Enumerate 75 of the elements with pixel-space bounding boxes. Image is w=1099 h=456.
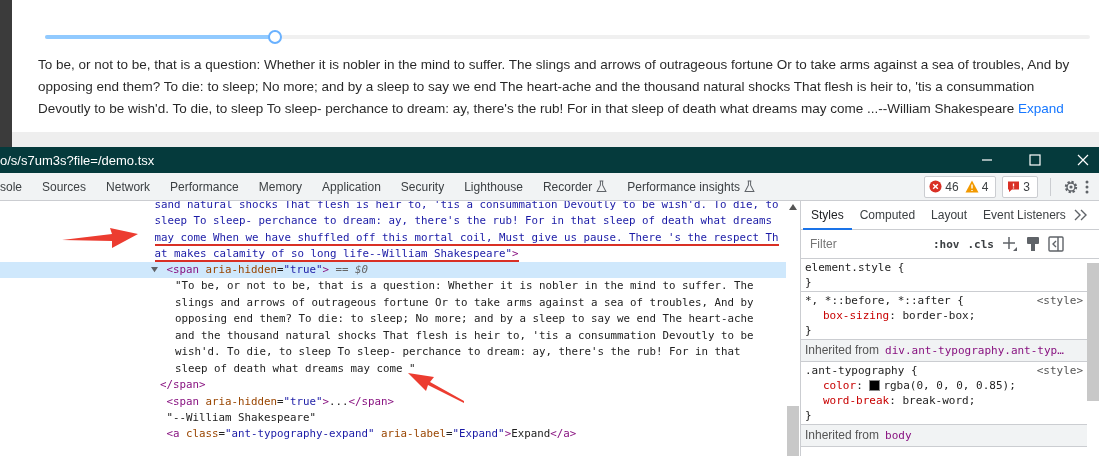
- code-line: at makes calamity of so long life--William Shakespeare">: [154, 245, 519, 263]
- code-line: may come When we have shuffled off this mortal coil, Must give us pause. There 's the respect Th: [154, 229, 779, 246]
- devtools-tab[interactable]: Network: [96, 179, 161, 194]
- css-value: rgba(0, 0, 0, 0.85);: [883, 378, 1016, 393]
- code-line: <span aria-hidden="true"> == $0: [166, 262, 369, 279]
- flask-icon: [744, 180, 755, 193]
- dom-text: "To be, or not to be, that is a question: Whether it is nobler in the mind to suffer. The slings and arrows of outrageous fortune Or to take arms against a sea of troubles, And by opposing end them? To die: to sleep; No more; and by a sleep to say we end The heart-ache and the thousand natural shocks That flesh is heir to, 'tis a consummation Devoutly to be wish'd. To die, to sleep To sleep- perchance to dream: ay, there's the rub! For in that sleep of death what dreams may come ": [174, 278, 755, 377]
- flask-icon: [596, 180, 608, 193]
- console-counter[interactable]: 46 4: [924, 175, 997, 198]
- scroll-up-icon[interactable]: [789, 204, 797, 210]
- css-value: break-word;: [902, 393, 976, 408]
- devtools-tab[interactable]: sole: [0, 179, 32, 194]
- style-source-link[interactable]: <style>: [1036, 293, 1083, 308]
- devtools-tab[interactable]: Lighthouse: [454, 179, 533, 194]
- scrollbar-thumb[interactable]: [787, 406, 799, 456]
- closing-brace: }: [805, 275, 813, 290]
- code-line: </span>: [160, 377, 206, 394]
- code-line: <span aria-hidden="true">...</span>: [166, 393, 395, 410]
- css-selector: element.style {: [805, 260, 905, 275]
- issue-icon: [1007, 180, 1021, 193]
- css-colon: :: [889, 393, 897, 408]
- toggle-button[interactable]: .cls: [967, 237, 994, 251]
- styles-tab[interactable]: Layout: [923, 200, 976, 230]
- code-line: sleep To sleep- perchance to dream: ay, there's the rub! For in that sleep of death what dreams: [154, 213, 773, 230]
- code-line: "--William Shakespeare": [166, 410, 317, 427]
- css-property: word-break: [823, 393, 890, 408]
- css-value: border-box;: [902, 308, 976, 323]
- closing-brace: }: [805, 323, 813, 338]
- css-property: color: [823, 378, 857, 393]
- plus-icon[interactable]: [1002, 236, 1018, 252]
- css-colon: :: [856, 378, 864, 393]
- devtools-tab[interactable]: Memory: [248, 179, 313, 194]
- css-colon: :: [889, 308, 897, 323]
- warning-count: 4: [981, 179, 989, 194]
- closing-brace: }: [805, 408, 813, 423]
- slider-handle[interactable]: [267, 30, 282, 44]
- paint-brush-icon[interactable]: [1026, 236, 1040, 252]
- styles-tab[interactable]: Computed: [851, 200, 924, 230]
- paragraph: To be, or not to be, that is a question: Whether it is nobler in the mind to suffer. The slings and arrows of outrageous fortune Or to take arms against a sea of troubles, And by opposing end them? To die: to sleep; No more; and by a sleep to say we end The heart-ache and the thousand natural shocks That flesh is heir to, 'tis a consummation Devoutly to be wish'd. To die, to sleep To sleep- perchance to dream: ay, there's the rub! For in that sleep of death what dreams may come ...--William Shakespeare Expand: [38, 56, 1071, 118]
- window-title: o/s/s7um3s?file=/demo.tsx: [0, 152, 155, 168]
- annotation-arrow: [408, 373, 464, 403]
- sidebar-toggle-icon[interactable]: [1048, 236, 1064, 252]
- issue-count: 3: [1023, 179, 1030, 194]
- issues-counter[interactable]: 3: [1002, 175, 1038, 198]
- scrollbar-thumb[interactable]: [1087, 263, 1099, 401]
- color-swatch[interactable]: [869, 380, 881, 391]
- maximize-icon[interactable]: [1029, 154, 1041, 166]
- inherited-label: Inherited from: [805, 428, 880, 443]
- inherited-element-link[interactable]: body: [885, 428, 912, 443]
- styles-tab[interactable]: Event Listeners: [975, 200, 1074, 230]
- error-count: 46: [945, 179, 959, 194]
- expand-link[interactable]: Expand: [1017, 101, 1064, 116]
- devtools-tab[interactable]: Recorder: [532, 179, 618, 194]
- devtools-tab[interactable]: Security: [390, 179, 455, 194]
- chevrons-icon[interactable]: [1073, 209, 1088, 221]
- devtools-tab[interactable]: Performance: [160, 179, 249, 194]
- more-menu-icon[interactable]: [1085, 179, 1089, 194]
- warning-icon: [964, 180, 979, 193]
- css-selector: .ant-typography {: [805, 363, 918, 378]
- inherited-element-link[interactable]: div.ant-typography.ant-typ…: [885, 343, 1064, 358]
- toggle-button[interactable]: :hov: [933, 237, 960, 251]
- css-selector: *, *::before, *::after {: [805, 293, 964, 308]
- selection-highlight[interactable]: <span aria-hidden="true"> == $0: [0, 262, 786, 279]
- expand-triangle-icon[interactable]: [151, 265, 158, 273]
- styles-tab[interactable]: Styles: [803, 200, 852, 230]
- inherited-label: Inherited from: [805, 343, 880, 358]
- close-icon[interactable]: [1077, 154, 1089, 166]
- devtools-tab[interactable]: Performance insights: [617, 179, 765, 194]
- devtools-tab[interactable]: Application: [312, 179, 391, 194]
- code-line: <a class="ant-typography-expand" aria-label="Expand">Expand</a>: [166, 426, 577, 443]
- error-icon: [929, 180, 943, 193]
- css-property: box-sizing: [823, 308, 890, 323]
- devtools-tab[interactable]: Sources: [32, 179, 97, 194]
- style-source-link[interactable]: <style>: [1036, 363, 1083, 378]
- settings-icon[interactable]: [1063, 178, 1079, 195]
